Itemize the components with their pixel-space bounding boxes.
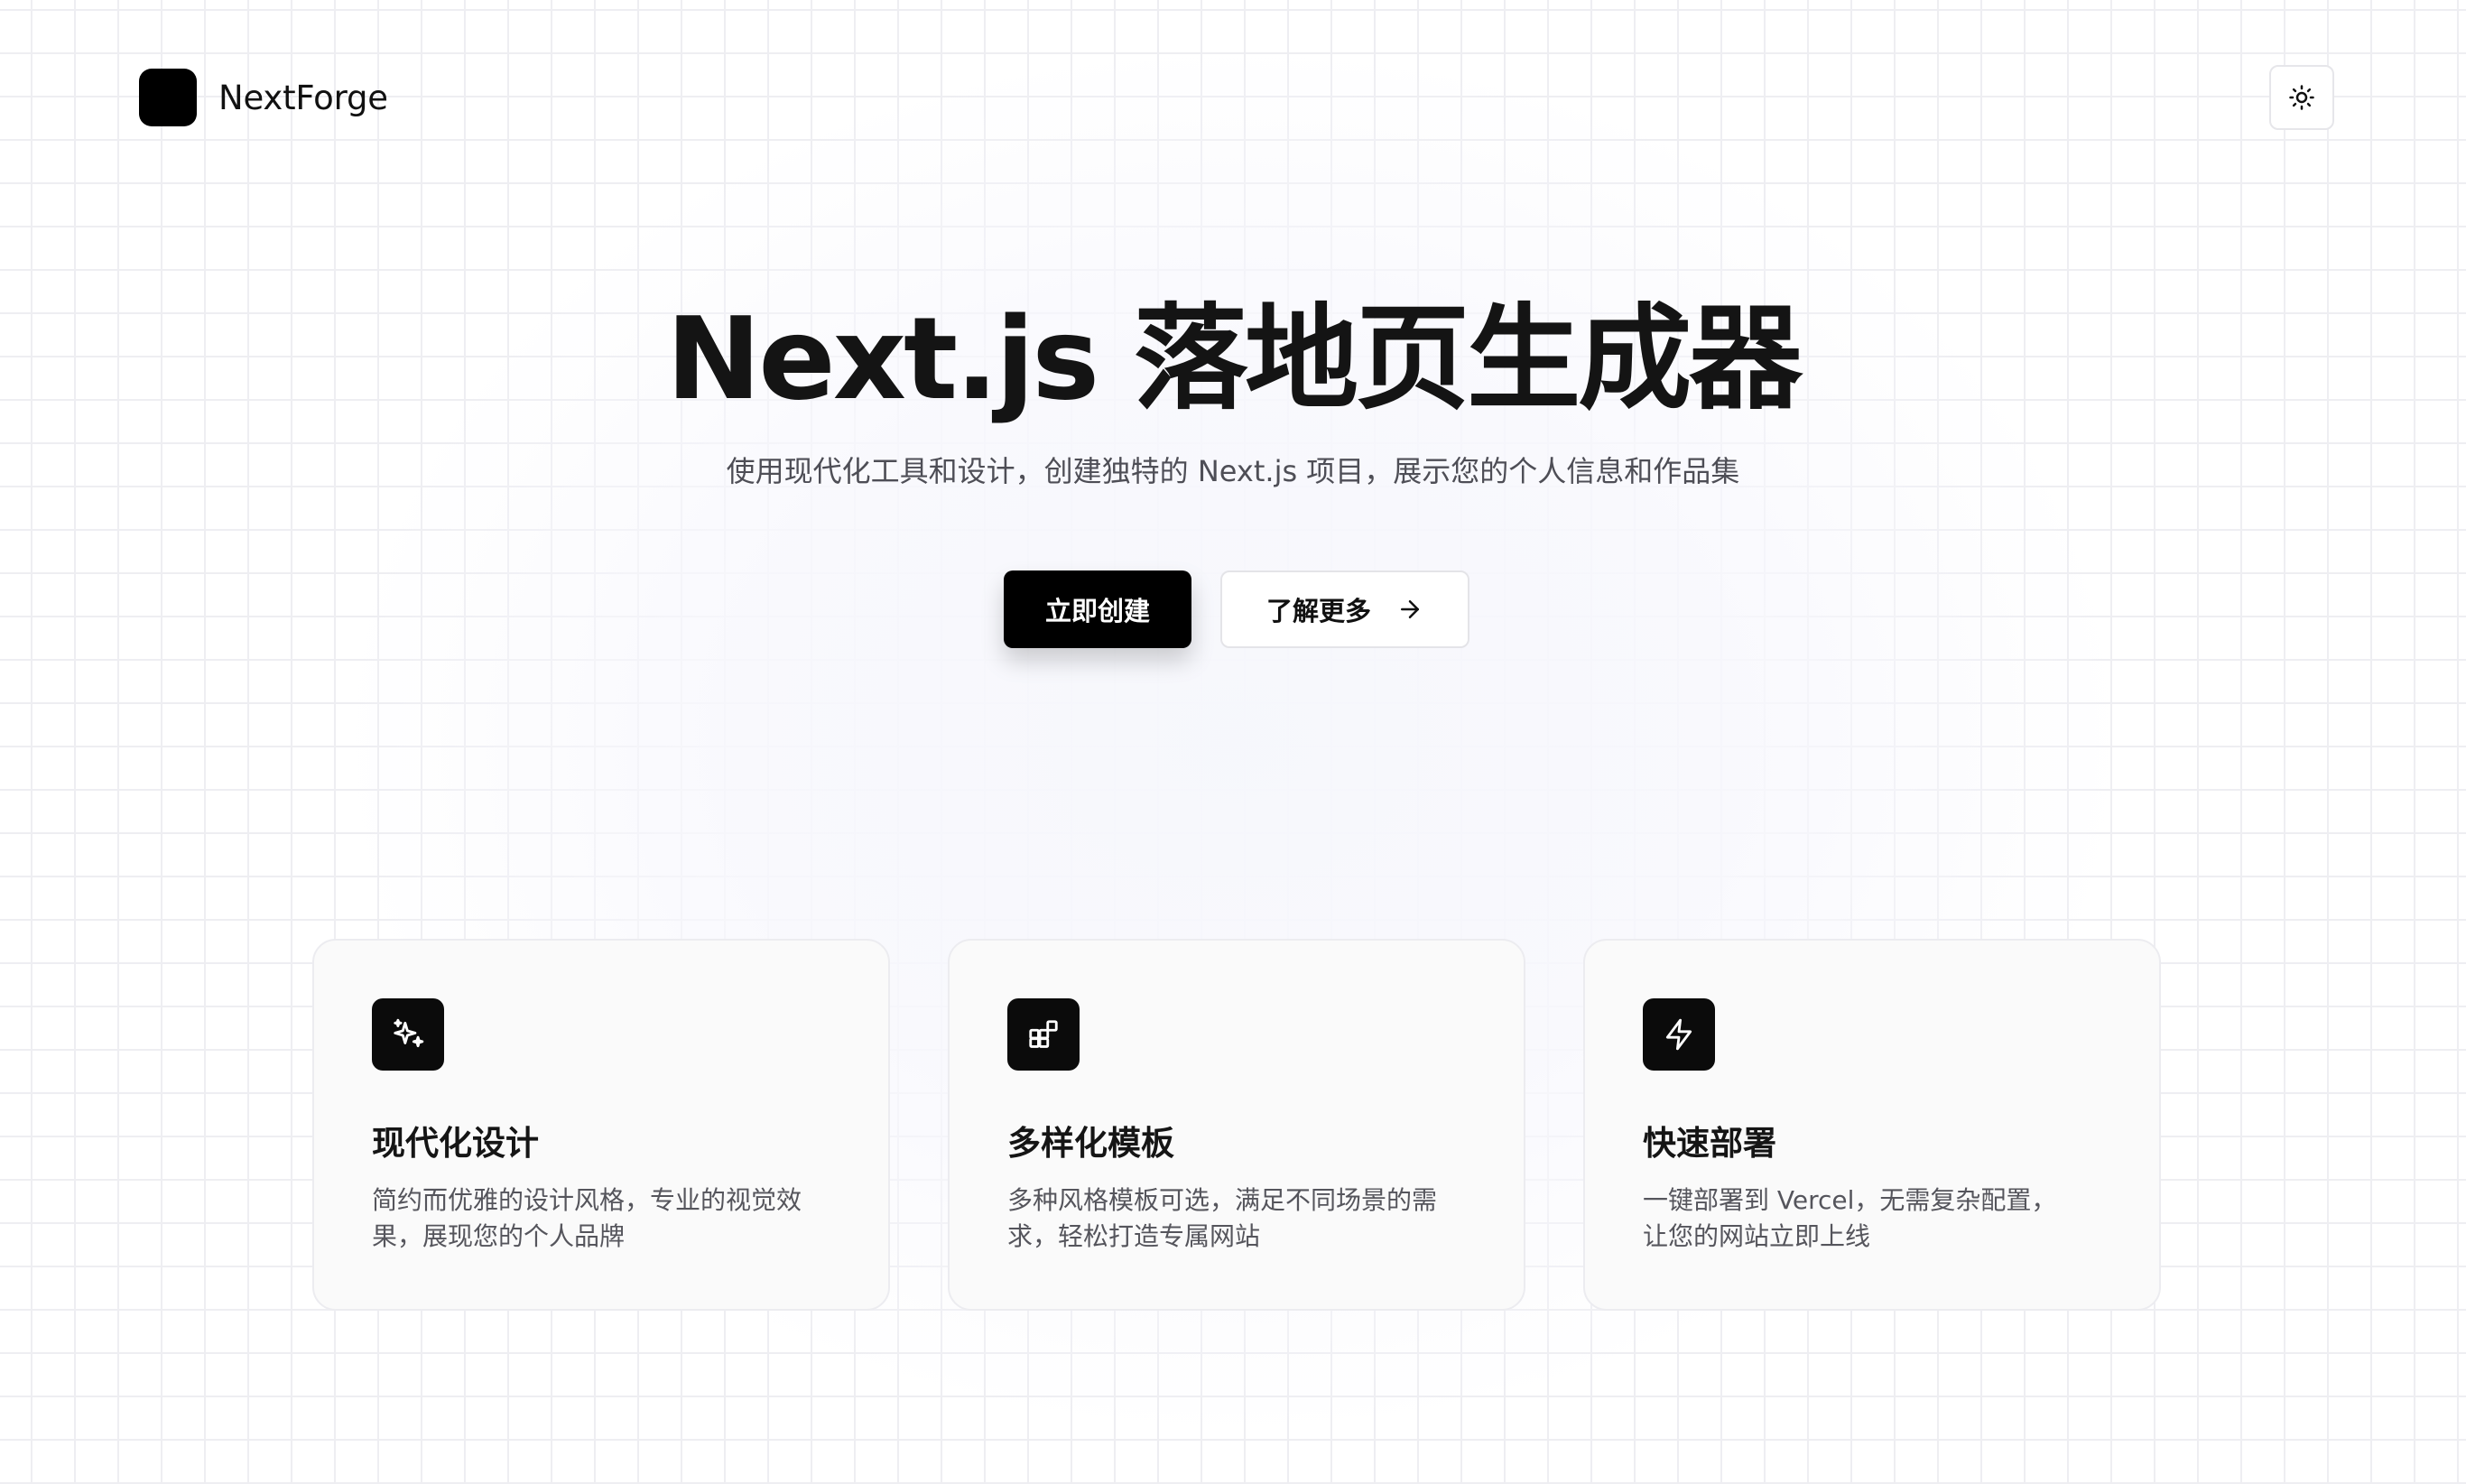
hero-title: Next.js 落地页生成器 <box>665 292 1803 425</box>
brand-logo-link[interactable]: NextForge <box>139 69 388 126</box>
feature-icon-box <box>1643 998 1715 1071</box>
brand-logo-mark <box>139 69 197 126</box>
feature-title: 现代化设计 <box>372 1124 539 1163</box>
sparkles-icon <box>394 1018 424 1048</box>
brand-name: NextForge <box>218 78 388 117</box>
create-now-button[interactable]: 立即创建 <box>1004 570 1191 648</box>
feature-title: 多样化模板 <box>1007 1124 1174 1163</box>
feature-icon-box <box>1007 998 1080 1071</box>
learn-more-button[interactable]: 了解更多 <box>1220 570 1469 648</box>
feature-description: 简约而优雅的设计风格，专业的视觉效果，展现您的个人品牌 <box>372 1185 802 1251</box>
feature-icon-box <box>372 998 444 1071</box>
theme-toggle-button[interactable] <box>2269 65 2334 130</box>
landing-page: NextForge Next.js 落地页生成器 使用现代化工具和设计，创建独特… <box>0 0 2466 1484</box>
feature-card-templates: 多样化模板 多种风格模板可选，满足不同场景的需求，轻松打造专属网站 <box>948 939 1525 1311</box>
learn-more-label: 了解更多 <box>1265 596 1371 626</box>
arrow-right-icon <box>1401 600 1419 618</box>
sun-icon <box>2289 85 2314 110</box>
feature-title: 快速部署 <box>1643 1124 1776 1163</box>
feature-description: 一键部署到 Vercel，无需复杂配置，让您的网站立即上线 <box>1643 1185 2057 1251</box>
lightning-icon <box>1665 1018 1692 1051</box>
hero-subtitle: 使用现代化工具和设计，创建独特的 Next.js 项目，展示您的个人信息和作品集 <box>726 454 1740 488</box>
feature-card-modern-design: 现代化设计 简约而优雅的设计风格，专业的视觉效果，展现您的个人品牌 <box>312 939 890 1311</box>
create-now-label: 立即创建 <box>1044 596 1150 626</box>
feature-description: 多种风格模板可选，满足不同场景的需求，轻松打造专属网站 <box>1007 1185 1438 1251</box>
layout-blocks-icon <box>1029 1020 1058 1048</box>
feature-card-deploy: 快速部署 一键部署到 Vercel，无需复杂配置，让您的网站立即上线 <box>1583 939 2161 1311</box>
